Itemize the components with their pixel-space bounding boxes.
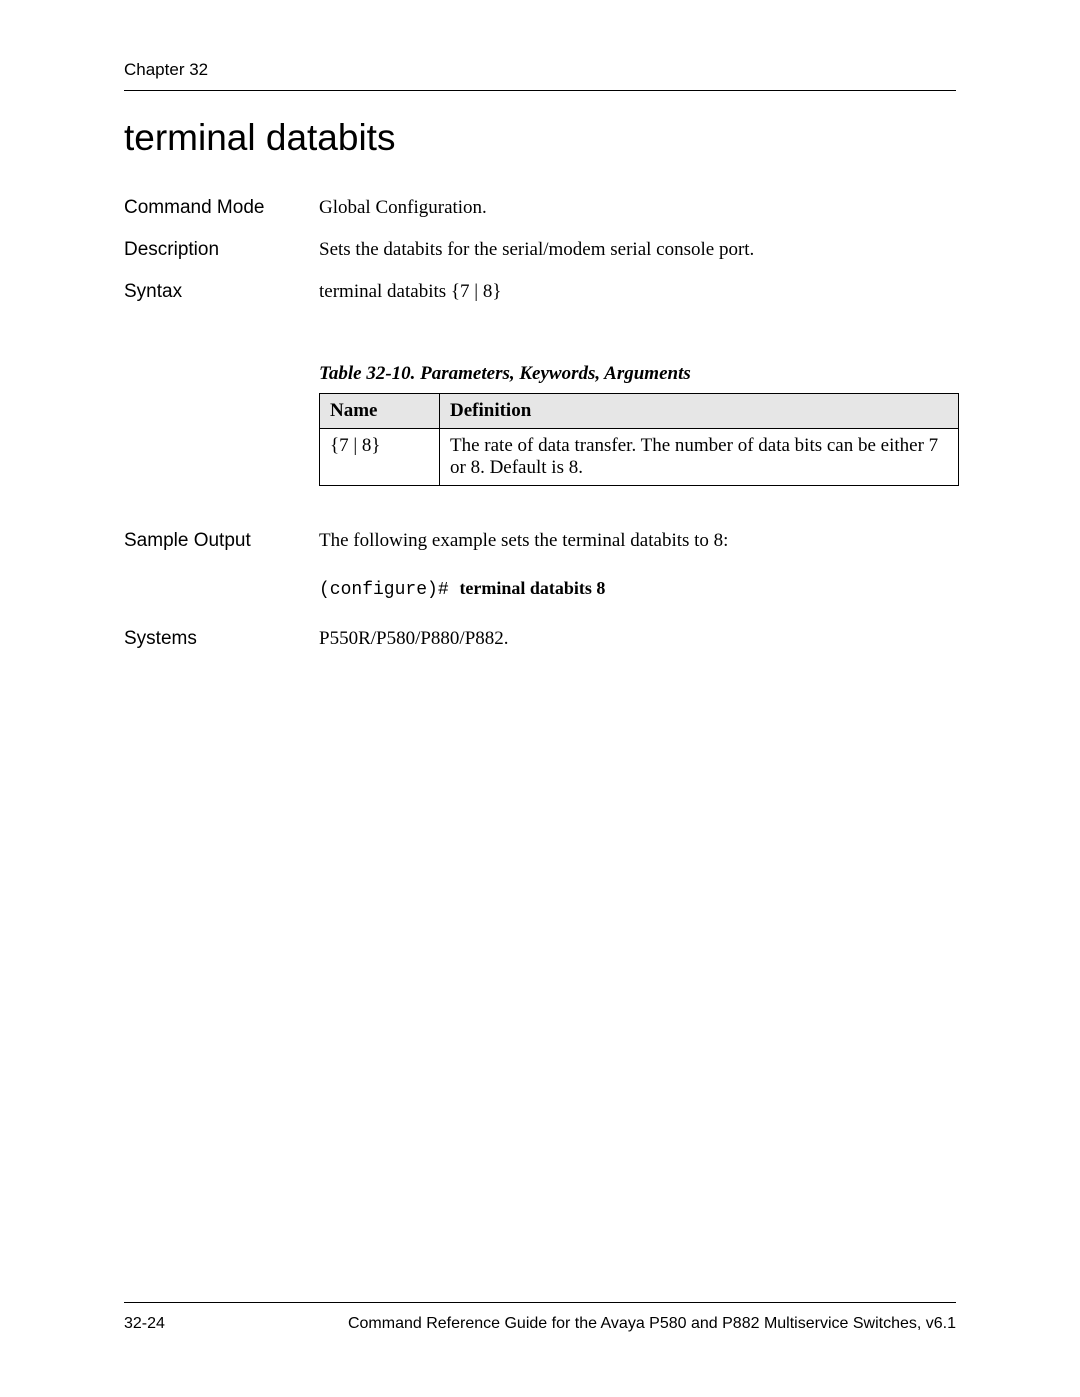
page-footer: 32-24 Command Reference Guide for the Av… <box>124 1302 956 1333</box>
table-header-row: Name Definition <box>320 394 959 429</box>
parameters-table: Name Definition {7 | 8} The rate of data… <box>319 393 959 486</box>
value-sample-output: The following example sets the terminal … <box>319 530 956 552</box>
row-syntax: Syntax terminal databits {7 | 8} <box>124 281 956 303</box>
row-description: Description Sets the databits for the se… <box>124 239 956 261</box>
label-systems: Systems <box>124 628 319 650</box>
footer-rule <box>124 1302 956 1303</box>
code-example: (configure)# terminal databits 8 <box>319 578 956 600</box>
label-syntax: Syntax <box>124 281 319 303</box>
table-row: {7 | 8} The rate of data transfer. The n… <box>320 429 959 486</box>
value-systems: P550R/P580/P880/P882. <box>319 628 956 650</box>
header-definition: Definition <box>440 394 959 429</box>
table-caption: Table 32-10. Parameters, Keywords, Argum… <box>319 363 956 385</box>
label-sample-output: Sample Output <box>124 530 319 552</box>
header-name: Name <box>320 394 440 429</box>
row-sample-output: Sample Output The following example sets… <box>124 530 956 552</box>
value-description: Sets the databits for the serial/modem s… <box>319 239 956 261</box>
document-page: Chapter 32 terminal databits Command Mod… <box>0 0 1080 650</box>
code-command: terminal databits 8 <box>459 578 605 598</box>
label-description: Description <box>124 239 319 261</box>
chapter-label: Chapter 32 <box>124 60 956 80</box>
value-command-mode: Global Configuration. <box>319 197 956 219</box>
footer-row: 32-24 Command Reference Guide for the Av… <box>124 1315 956 1333</box>
cell-definition: The rate of data transfer. The number of… <box>440 429 959 486</box>
label-command-mode: Command Mode <box>124 197 319 219</box>
code-prompt: (configure)# <box>319 580 459 600</box>
value-syntax: terminal databits {7 | 8} <box>319 281 956 303</box>
row-command-mode: Command Mode Global Configuration. <box>124 197 956 219</box>
row-systems: Systems P550R/P580/P880/P882. <box>124 628 956 650</box>
page-number: 32-24 <box>124 1315 165 1333</box>
cell-name: {7 | 8} <box>320 429 440 486</box>
doc-title-footer: Command Reference Guide for the Avaya P5… <box>348 1315 956 1333</box>
page-title: terminal databits <box>124 117 956 159</box>
header-rule <box>124 90 956 91</box>
